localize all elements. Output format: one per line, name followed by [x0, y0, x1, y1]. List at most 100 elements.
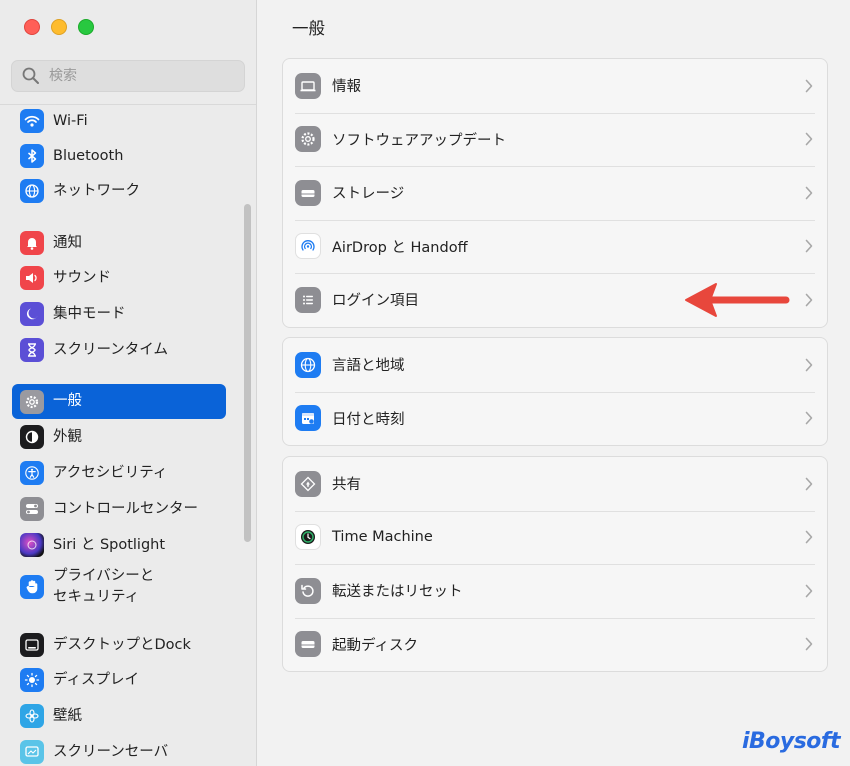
row-label: AirDrop と Handoff: [332, 239, 468, 256]
sidebar-item-label: スクリーンタイム: [53, 341, 168, 358]
row-startup-disk[interactable]: 起動ディスク: [283, 617, 827, 672]
row-language-region[interactable]: 言語と地域: [283, 338, 827, 392]
wifi-icon: [20, 109, 44, 133]
chevron-right-icon: [805, 530, 813, 544]
sidebar-item-label: サウンド: [53, 269, 111, 286]
sidebar-item-network[interactable]: ネットワーク: [12, 174, 226, 208]
gear-icon: [20, 389, 44, 414]
close-window-button[interactable]: [24, 19, 40, 35]
chevron-right-icon: [805, 637, 813, 651]
row-time-machine[interactable]: Time Machine: [283, 510, 827, 565]
sidebar-item-siri-spotlight[interactable]: Siri と Spotlight: [12, 528, 226, 562]
hourglass-icon: [20, 338, 44, 362]
row-about[interactable]: 情報: [283, 59, 827, 113]
sidebar-item-label: スクリーンセーバ: [53, 743, 169, 760]
row-transfer-reset[interactable]: 転送またはリセット: [283, 564, 827, 618]
siri-icon: [20, 533, 44, 557]
sidebar-item-screen-saver[interactable]: スクリーンセーバ: [12, 735, 226, 766]
sidebar-item-focus[interactable]: 集中モード: [12, 297, 226, 331]
speaker-icon: [20, 266, 44, 290]
row-storage[interactable]: ストレージ: [283, 166, 827, 220]
sidebar-item-notifications[interactable]: 通知: [12, 226, 226, 260]
sidebar-item-accessibility[interactable]: アクセシビリティ: [12, 456, 226, 490]
reset-icon: [295, 577, 321, 604]
sidebar-item-label: プライバシーと: [53, 568, 155, 584]
row-label: 情報: [332, 79, 361, 96]
sidebar-item-label-line2: セキュリティ: [53, 589, 140, 605]
sidebar-item-label: 壁紙: [53, 707, 82, 724]
row-label: 起動ディスク: [332, 637, 418, 654]
sidebar-item-label: 通知: [53, 234, 82, 251]
gear-refresh-icon: [295, 126, 321, 153]
chevron-right-icon: [805, 584, 813, 598]
row-airdrop-handoff[interactable]: AirDrop と Handoff: [283, 219, 827, 274]
sidebar-item-wifi[interactable]: Wi-Fi: [12, 104, 226, 138]
sidebar-item-label: Wi-Fi: [53, 112, 88, 129]
chevron-right-icon: [805, 477, 813, 491]
flower-icon: [20, 704, 44, 728]
list-icon: [295, 286, 321, 313]
minimize-window-button[interactable]: [51, 19, 67, 35]
main-content: 一般 情報 ソフトウェアアップデート ストレージ AirDrop と Hando…: [258, 0, 850, 766]
sidebar-item-label: ネットワーク: [53, 182, 140, 199]
sidebar-item-sound[interactable]: サウンド: [12, 261, 226, 295]
row-sharing[interactable]: 共有: [283, 457, 827, 511]
bell-icon: [20, 231, 44, 255]
search-field[interactable]: [11, 60, 245, 92]
sidebar-item-general[interactable]: 一般: [12, 384, 226, 419]
sidebar-item-displays[interactable]: ディスプレイ: [12, 663, 226, 697]
search-icon: [22, 67, 39, 84]
bluetooth-icon: [20, 144, 44, 168]
settings-group-maintenance: 共有 Time Machine 転送またはリセット 起動ディスク: [282, 456, 828, 672]
dock-icon: [20, 633, 44, 657]
chevron-right-icon: [805, 411, 813, 425]
airdrop-icon: [295, 233, 321, 260]
sidebar-item-label: デスクトップとDock: [53, 636, 191, 653]
zoom-window-button[interactable]: [78, 19, 94, 35]
switches-icon: [20, 497, 44, 521]
row-label: 共有: [332, 477, 361, 494]
appearance-icon: [20, 425, 44, 449]
annotation-arrow-icon: [685, 283, 790, 317]
row-label: 転送またはリセット: [332, 584, 463, 601]
chevron-right-icon: [805, 239, 813, 253]
sidebar-scrollbar[interactable]: [244, 204, 251, 542]
search-input[interactable]: [47, 67, 241, 85]
sidebar-item-bluetooth[interactable]: Bluetooth: [12, 139, 226, 173]
share-icon: [295, 470, 321, 497]
row-label: ストレージ: [332, 186, 405, 203]
screensaver-icon: [20, 740, 44, 764]
time-machine-icon: [295, 524, 321, 551]
hand-icon: [20, 575, 44, 599]
chevron-right-icon: [805, 293, 813, 307]
sidebar-item-label: 外観: [53, 428, 82, 445]
row-label: Time Machine: [332, 529, 433, 546]
sidebar-item-wallpaper[interactable]: 壁紙: [12, 699, 226, 733]
disk-icon: [295, 631, 321, 658]
sidebar-item-appearance[interactable]: 外観: [12, 420, 226, 454]
settings-group-locale: 言語と地域 日付と時刻: [282, 337, 828, 446]
sidebar-item-label: ディスプレイ: [53, 671, 139, 688]
macbook-icon: [295, 72, 321, 99]
chevron-right-icon: [805, 132, 813, 146]
sidebar-item-desktop-dock[interactable]: デスクトップとDock: [12, 628, 226, 662]
row-label: 言語と地域: [332, 358, 405, 375]
globe-icon: [20, 179, 44, 203]
sidebar-item-label: Siri と Spotlight: [53, 536, 166, 553]
sidebar-item-label: 一般: [53, 393, 82, 409]
sidebar-item-privacy-security[interactable]: プライバシーと セキュリティ: [12, 566, 226, 608]
moon-icon: [20, 302, 44, 326]
row-label: ソフトウェアアップデート: [332, 132, 506, 149]
sidebar-item-control-center[interactable]: コントロールセンター: [12, 492, 226, 526]
row-software-update[interactable]: ソフトウェアアップデート: [283, 112, 827, 167]
accessibility-icon: [20, 461, 44, 485]
row-date-time[interactable]: 日付と時刻: [283, 391, 827, 446]
drive-icon: [295, 179, 321, 206]
sidebar-item-label: Bluetooth: [53, 147, 124, 164]
sidebar: Wi-Fi Bluetooth ネットワーク 通知 サウンド 集中モード: [0, 0, 257, 766]
window-controls: [24, 19, 94, 35]
chevron-right-icon: [805, 79, 813, 93]
chevron-right-icon: [805, 186, 813, 200]
row-label: 日付と時刻: [332, 411, 405, 428]
sidebar-item-screen-time[interactable]: スクリーンタイム: [12, 333, 226, 367]
